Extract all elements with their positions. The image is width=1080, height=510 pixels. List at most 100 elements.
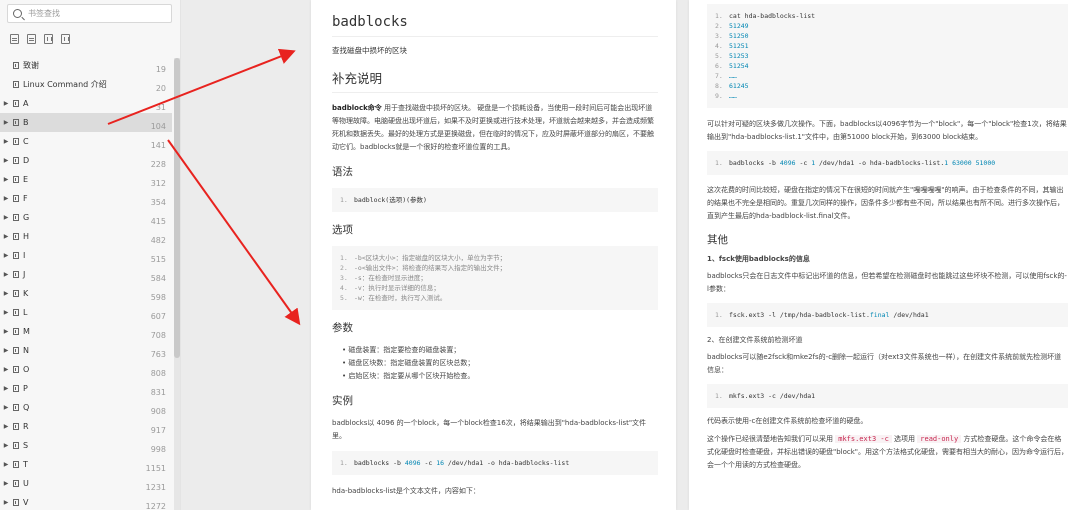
supplement-lead: badblock命令 — [332, 104, 382, 112]
toc-item[interactable]: ▶ D 228 — [0, 151, 172, 170]
list-code-text: 51250 — [729, 32, 749, 40]
code-part: badblocks -b — [729, 159, 780, 167]
option-line: 1. -b<区块大小>：指定磁盘的区块大小，单位为字节； — [340, 254, 507, 262]
toc-item[interactable]: ▶ K 598 — [0, 284, 172, 303]
expand-caret-icon[interactable]: ▶ — [2, 271, 10, 278]
toc-item-page: 31 — [155, 103, 166, 112]
toc-item[interactable]: ▶ P 831 — [0, 379, 172, 398]
expand-caret-icon[interactable]: ▶ — [2, 442, 10, 449]
toc-item[interactable]: ▶ G 415 — [0, 208, 172, 227]
bookmark-icon — [13, 138, 19, 145]
expand-caret-icon[interactable]: ▶ — [2, 461, 10, 468]
expand-caret-icon[interactable]: ▶ — [2, 480, 10, 487]
toc-item[interactable]: ▶ C 141 — [0, 132, 172, 151]
expand-caret-icon[interactable]: ▶ — [2, 176, 10, 183]
search-placeholder: 书签查找 — [28, 9, 60, 18]
toc-item-page: 1231 — [145, 483, 166, 492]
scrollbar-thumb[interactable] — [174, 58, 180, 358]
toc-item-page: 598 — [150, 293, 166, 302]
expand-caret-icon[interactable]: ▶ — [2, 499, 10, 506]
toc-item[interactable]: ▶ R 917 — [0, 417, 172, 436]
toc-item-page: 141 — [150, 141, 166, 150]
add-bookmark-icon[interactable] — [44, 34, 53, 44]
code-number: 63000 — [952, 159, 972, 167]
expand-caret-icon[interactable]: ▶ — [2, 138, 10, 145]
expand-caret-icon[interactable]: ▶ — [2, 366, 10, 373]
toc-item[interactable]: ▶ H 482 — [0, 227, 172, 246]
expand-caret-icon[interactable]: ▶ — [2, 233, 10, 240]
paragraph-2: 这次花费的时间比较短，硬盘在指定的情况下在很短的时间就产生"嘎嘎嘎嘎"的响声。由… — [707, 186, 1064, 220]
toc-item[interactable]: ▶ V 1272 — [0, 493, 172, 510]
expand-caret-icon[interactable]: ▶ — [2, 385, 10, 392]
list-code-line: 1. cat hda-badblocks-list — [715, 12, 816, 20]
toc-item[interactable]: ▶ U 1231 — [0, 474, 172, 493]
toc-item[interactable]: ▶ T 1151 — [0, 455, 172, 474]
toc-item[interactable]: Linux Command 介绍 20 — [0, 75, 172, 94]
toc-item[interactable]: ▶ S 998 — [0, 436, 172, 455]
toc-item-label: K — [23, 289, 29, 298]
toc-item-label: R — [23, 422, 29, 431]
toc-item[interactable]: ▶ E 312 — [0, 170, 172, 189]
heading-supplement: 补充说明 — [332, 68, 658, 93]
code-keyword: final — [869, 311, 890, 319]
expand-all-icon[interactable] — [10, 34, 19, 44]
toc-item-label: I — [23, 251, 26, 260]
expand-caret-icon[interactable]: ▶ — [2, 328, 10, 335]
toc-item[interactable]: ▶ N 763 — [0, 341, 172, 360]
toc-item[interactable]: ▶ J 584 — [0, 265, 172, 284]
toc-item[interactable]: ▶ L 607 — [0, 303, 172, 322]
expand-caret-icon[interactable]: ▶ — [2, 347, 10, 354]
bookmark-sidebar: 书签查找 致谢 19 Linux Command 介绍 20 ▶ A 31 ▶ B 104 ▶ C 14… — [0, 0, 181, 510]
list-code-line: 5. 51253 — [715, 52, 749, 60]
paragraph-5: 代码表示使用-c在创建文件系统前检查坏道的硬盘。 — [707, 417, 868, 425]
toc-item[interactable]: ▶ F 354 — [0, 189, 172, 208]
code-part: /dev/hda1 -o hda-badblocks-list — [444, 459, 570, 467]
page-title: badblocks — [332, 14, 658, 37]
toc-item-label: E — [23, 175, 29, 184]
expand-caret-icon[interactable]: ▶ — [2, 404, 10, 411]
collapse-all-icon[interactable] — [27, 34, 36, 44]
code-part: mkfs.ext3 -c /dev/hda1 — [729, 392, 816, 400]
toc-item[interactable]: ▶ Q 908 — [0, 398, 172, 417]
pdf-reader: 书签查找 致谢 19 Linux Command 介绍 20 ▶ A 31 ▶ B 104 ▶ C 14… — [0, 0, 1080, 510]
option-text: -b<区块大小>：指定磁盘的区块大小，单位为字节； — [354, 254, 507, 262]
expand-caret-icon[interactable]: ▶ — [2, 423, 10, 430]
p6-text: 选项用 — [891, 435, 918, 443]
option-line: 5. -w：在检查时，执行写入测试。 — [340, 294, 447, 302]
toc-item-label: Linux Command 介绍 — [23, 80, 107, 89]
toc-item-label: M — [23, 327, 30, 336]
bookmark-icon — [13, 309, 19, 316]
toc-item[interactable]: ▶ O 808 — [0, 360, 172, 379]
toc-item-page: 917 — [150, 426, 166, 435]
expand-caret-icon[interactable]: ▶ — [2, 100, 10, 107]
bookmark-icon — [13, 233, 19, 240]
bookmark-icon — [13, 480, 19, 487]
code-part: -c — [420, 459, 437, 467]
toc-item-page: 104 — [150, 122, 166, 131]
sidebar-scrollbar[interactable] — [174, 58, 180, 510]
toc-item[interactable]: 致谢 19 — [0, 56, 172, 75]
bookmark-icon[interactable] — [61, 34, 70, 44]
toc-item[interactable]: ▶ B 104 — [0, 113, 172, 132]
bookmark-search-input[interactable]: 书签查找 — [7, 4, 172, 23]
expand-caret-icon[interactable]: ▶ — [2, 290, 10, 297]
bookmark-icon — [13, 328, 19, 335]
expand-caret-icon[interactable]: ▶ — [2, 309, 10, 316]
expand-caret-icon[interactable]: ▶ — [2, 214, 10, 221]
toc-item[interactable]: ▶ I 515 — [0, 246, 172, 265]
expand-caret-icon[interactable]: ▶ — [2, 157, 10, 164]
toc-item[interactable]: ▶ M 708 — [0, 322, 172, 341]
toc-item[interactable]: ▶ A 31 — [0, 94, 172, 113]
expand-caret-icon[interactable]: ▶ — [2, 252, 10, 259]
toc-item-label: Q — [23, 403, 30, 412]
bookmark-icon — [13, 347, 19, 354]
list-code-text: 51253 — [729, 52, 749, 60]
code-block-4: 1. mkfs.ext3 -c /dev/hda1 — [707, 384, 1068, 408]
expand-caret-icon[interactable]: ▶ — [2, 195, 10, 202]
inline-code: mkfs.ext3 -c — [835, 435, 892, 443]
bookmark-icon — [13, 214, 19, 221]
code-part: -c — [795, 159, 812, 167]
code-number: 51000 — [975, 159, 996, 167]
list-code-line: 7.…… — [715, 72, 737, 80]
expand-caret-icon[interactable]: ▶ — [2, 119, 10, 126]
